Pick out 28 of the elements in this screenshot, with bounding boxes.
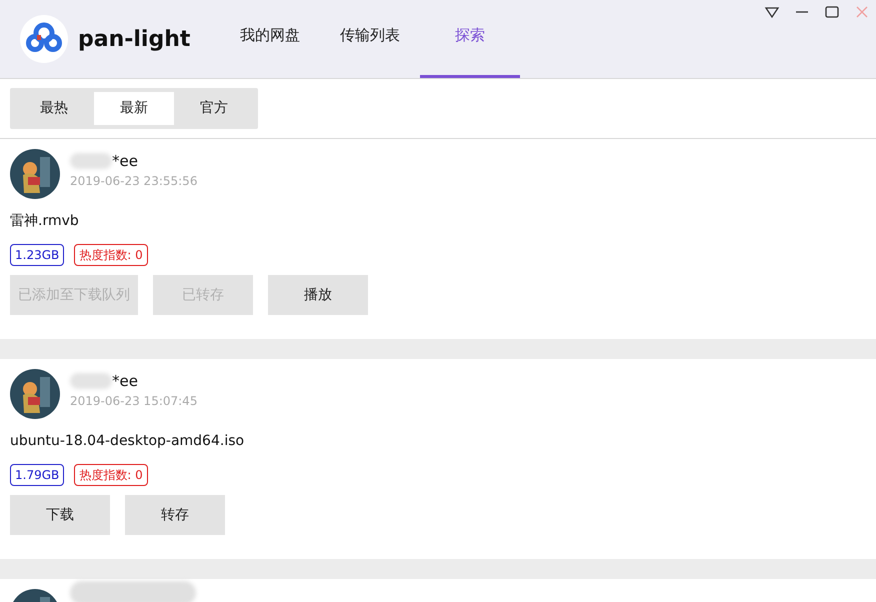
heat-tag: 热度指数: 0 — [74, 464, 148, 486]
action-button[interactable]: 下载 — [10, 495, 110, 535]
nav-tab[interactable]: 传输列表 — [320, 0, 420, 78]
app-name: pan-light — [78, 26, 190, 54]
maximize-icon — [824, 4, 840, 20]
username: *ee — [112, 150, 138, 172]
avatar-icon — [10, 369, 60, 419]
size-tag: 1.79GB — [10, 464, 64, 486]
action-button[interactable]: 播放 — [268, 275, 368, 315]
share-time: 2019-06-23 15:07:45 — [70, 393, 198, 410]
action-button[interactable]: 转存 — [125, 495, 225, 535]
redaction-blur — [70, 373, 112, 389]
file-name: 雷神.rmvb — [10, 212, 80, 231]
maximize-button[interactable] — [824, 4, 840, 20]
filter-tab[interactable]: 最热 — [14, 92, 94, 125]
minimize-icon — [796, 11, 808, 13]
heat-tag: 热度指数: 0 — [74, 244, 148, 266]
share-time: 2019-06-23 23:55:56 — [70, 173, 198, 190]
redaction-blur — [70, 153, 112, 169]
cloud-logo-icon — [20, 15, 68, 63]
avatar-icon — [10, 149, 60, 199]
file-name: ubuntu-18.04-desktop-amd64.iso — [10, 432, 246, 451]
close-icon — [854, 4, 870, 20]
filter-tab[interactable]: 官方 — [174, 92, 254, 125]
size-tag: 1.23GB — [10, 244, 64, 266]
username: *ee — [112, 370, 138, 392]
filter-tab[interactable]: 最新 — [94, 92, 174, 125]
nav-tab[interactable]: 我的网盘 — [220, 0, 320, 78]
